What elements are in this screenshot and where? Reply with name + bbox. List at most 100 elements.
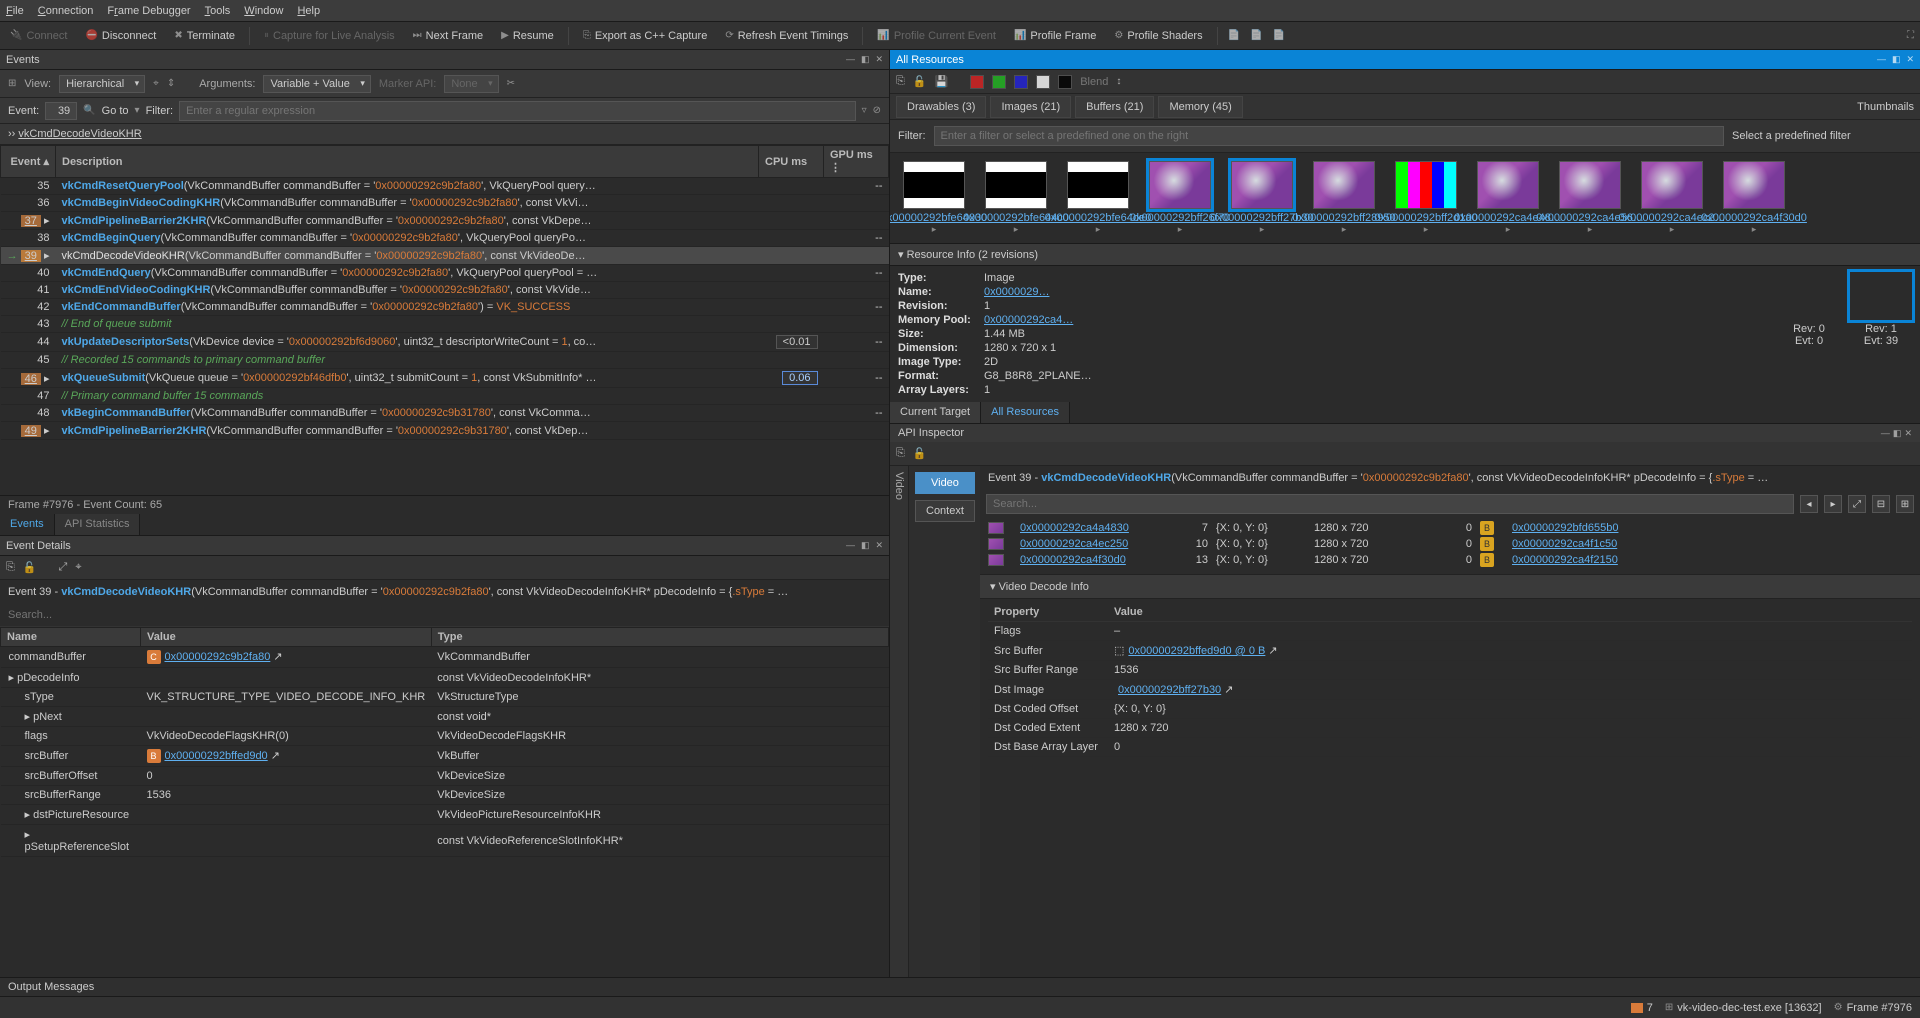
- expand-icon[interactable]: ⊞: [1896, 495, 1914, 513]
- table-row[interactable]: 41vkCmdEndVideoCodingKHR(VkCommandBuffer…: [1, 282, 889, 299]
- resource-filter-input[interactable]: [934, 126, 1725, 146]
- tab-images[interactable]: Images (21): [990, 96, 1071, 118]
- video-button[interactable]: Video: [915, 472, 975, 494]
- details-table[interactable]: Name Value Type commandBufferC0x00000292…: [0, 627, 889, 977]
- col-desc[interactable]: Description: [56, 146, 759, 178]
- video-decode-info-header[interactable]: ▾ Video Decode Info: [980, 574, 1920, 599]
- popout-icon[interactable]: ◧: [861, 540, 870, 551]
- menu-window[interactable]: Window: [244, 5, 283, 17]
- tab-drawables[interactable]: Drawables (3): [896, 96, 986, 118]
- table-row[interactable]: 38vkCmdBeginQuery(VkCommandBuffer comman…: [1, 230, 889, 247]
- menu-connection[interactable]: Connection: [38, 5, 94, 17]
- resource-thumb[interactable]: 0x00000292bff2d1a0 ▸: [1390, 161, 1462, 235]
- table-row[interactable]: flagsVkVideoDecodeFlagsKHR(0)VkVideoDeco…: [1, 727, 889, 746]
- refresh-timings-button[interactable]: ⟳Refresh Event Timings: [721, 28, 852, 44]
- table-row[interactable]: 35vkCmdResetQueryPool(VkCommandBuffer co…: [1, 178, 889, 195]
- lock-icon[interactable]: 🔓: [913, 75, 927, 88]
- resource-thumb[interactable]: 0x00000292bfe64de0 ▸: [1062, 161, 1134, 235]
- api-ref-row[interactable]: 0x00000292ca4ec25010 {X: 0, Y: 0}1280 x …: [988, 536, 1912, 552]
- event-table[interactable]: Event ▴ Description CPU ms GPU ms ⋮ 35vk…: [0, 145, 889, 495]
- tree-icon[interactable]: ⊞: [8, 78, 16, 89]
- marker-dropdown[interactable]: None: [444, 75, 498, 93]
- table-row[interactable]: ▸ dstPictureResourceVkVideoPictureResour…: [1, 805, 889, 825]
- lock-icon[interactable]: 🔓: [23, 561, 37, 574]
- table-row[interactable]: 42vkEndCommandBuffer(VkCommandBuffer com…: [1, 299, 889, 316]
- menu-file[interactable]: File: [6, 5, 24, 17]
- revision-thumb[interactable]: Rev: 1Evt: 39: [1850, 272, 1912, 396]
- close-icon[interactable]: ✕: [875, 540, 883, 551]
- scissors-icon[interactable]: ✂: [507, 78, 515, 89]
- copy-icon[interactable]: ⎘: [896, 75, 905, 88]
- resource-thumb[interactable]: 0x00000292bff26f70 ▸: [1144, 161, 1216, 235]
- popout-icon[interactable]: ◧: [1893, 428, 1902, 438]
- minimize-icon[interactable]: —: [1881, 428, 1890, 438]
- table-row[interactable]: sTypeVK_STRUCTURE_TYPE_VIDEO_DECODE_INFO…: [1, 688, 889, 707]
- menu-help[interactable]: Help: [297, 5, 320, 17]
- green-channel[interactable]: [992, 75, 1006, 89]
- tab-current-target[interactable]: Current Target: [890, 402, 981, 423]
- capture-button[interactable]: ⏸Capture for Live Analysis: [260, 28, 399, 44]
- copy-icon[interactable]: ⎘: [6, 561, 15, 574]
- args-dropdown[interactable]: Variable + Value: [263, 75, 370, 93]
- resource-thumb[interactable]: 0x00000292ca4f30d0 ▸: [1718, 161, 1790, 235]
- target-icon[interactable]: ⌖: [75, 561, 81, 574]
- table-row[interactable]: commandBufferC0x00000292c9b2fa80 ↗VkComm…: [1, 647, 889, 668]
- profile-frame-button[interactable]: 📊Profile Frame: [1010, 28, 1100, 44]
- profile-event-button[interactable]: 📊Profile Current Event: [873, 28, 1000, 44]
- table-row[interactable]: srcBufferB0x00000292bffed9d0 ↗VkBuffer: [1, 746, 889, 767]
- disconnect-button[interactable]: ⛔Disconnect: [81, 28, 160, 44]
- col-cpu[interactable]: CPU ms: [759, 146, 824, 178]
- resource-thumb[interactable]: 0x00000292bff28950 ▸: [1308, 161, 1380, 235]
- fit-icon[interactable]: ⤢: [1848, 495, 1866, 513]
- doc-icon[interactable]: 📄: [1228, 30, 1240, 41]
- view-dropdown[interactable]: Hierarchical: [59, 75, 145, 93]
- copy-icon[interactable]: ⎘: [896, 447, 905, 460]
- resource-thumb[interactable]: 0x00000292bfe644c0 ▸: [980, 161, 1052, 235]
- filter-input[interactable]: [179, 101, 856, 121]
- menu-frame-debugger[interactable]: Frame Debugger: [107, 5, 190, 17]
- goto-button[interactable]: Go to: [102, 105, 129, 117]
- fit-icon[interactable]: ⤢: [59, 561, 68, 574]
- table-row[interactable]: 49 ▸vkCmdPipelineBarrier2KHR(VkCommandBu…: [1, 422, 889, 440]
- api-ref-row[interactable]: 0x00000292ca4a48307 {X: 0, Y: 0}1280 x 7…: [988, 520, 1912, 536]
- table-row[interactable]: ▸ pNextconst void*: [1, 707, 889, 727]
- minimize-icon[interactable]: —: [846, 540, 855, 551]
- view-mode-dropdown[interactable]: Thumbnails: [1857, 101, 1914, 113]
- collapse-icon[interactable]: ⇕: [167, 78, 175, 89]
- nav-prev-icon[interactable]: ◂: [1800, 495, 1818, 513]
- resource-thumb[interactable]: 0x00000292ca4e48… ▸: [1472, 161, 1544, 235]
- col-value[interactable]: Value: [141, 628, 432, 647]
- status-flag[interactable]: 7: [1631, 1002, 1653, 1014]
- doc-icon[interactable]: 📄: [1250, 30, 1262, 41]
- table-row[interactable]: 48vkBeginCommandBuffer(VkCommandBuffer c…: [1, 405, 889, 422]
- save-icon[interactable]: 💾: [935, 75, 949, 88]
- context-button[interactable]: Context: [915, 500, 975, 522]
- resource-thumb[interactable]: 0x00000292bfe64030 ▸: [898, 161, 970, 235]
- doc-icon[interactable]: 📄: [1273, 30, 1285, 41]
- next-frame-button[interactable]: ⏭Next Frame: [409, 28, 487, 44]
- minimize-icon[interactable]: —: [846, 54, 855, 65]
- col-gpu[interactable]: GPU ms ⋮: [824, 146, 889, 178]
- nav-next-icon[interactable]: ▸: [1824, 495, 1842, 513]
- popout-icon[interactable]: ◧: [1892, 54, 1901, 65]
- table-row[interactable]: srcBufferRange1536VkDeviceSize: [1, 786, 889, 805]
- expand-icon[interactable]: ⛶: [1907, 30, 1914, 41]
- resume-button[interactable]: ▶Resume: [497, 28, 558, 44]
- filter-clear-icon[interactable]: ⊘: [873, 105, 881, 116]
- table-row[interactable]: ▸ pSetupReferenceSlotconst VkVideoRefere…: [1, 825, 889, 857]
- revision-thumb[interactable]: Rev: 0Evt: 0: [1778, 272, 1840, 396]
- col-name[interactable]: Name: [1, 628, 141, 647]
- details-search[interactable]: [0, 604, 889, 627]
- tab-all-resources[interactable]: All Resources: [981, 402, 1070, 423]
- black-channel[interactable]: [1058, 75, 1072, 89]
- blue-channel[interactable]: [1014, 75, 1028, 89]
- event-num-input[interactable]: 39: [45, 102, 77, 120]
- api-ref-row[interactable]: 0x00000292ca4f30d013 {X: 0, Y: 0}1280 x …: [988, 552, 1912, 568]
- resource-thumb[interactable]: 0x00000292bff27b30 ▸: [1226, 161, 1298, 235]
- table-row[interactable]: 44vkUpdateDescriptorSets(VkDevice device…: [1, 333, 889, 352]
- sort-icon[interactable]: ↕: [1116, 76, 1121, 87]
- chevron-down-icon[interactable]: ▾: [135, 105, 140, 116]
- target-icon[interactable]: ⌖: [153, 78, 159, 89]
- connect-button[interactable]: 🔌Connect: [6, 28, 71, 44]
- table-row[interactable]: 40vkCmdEndQuery(VkCommandBuffer commandB…: [1, 265, 889, 282]
